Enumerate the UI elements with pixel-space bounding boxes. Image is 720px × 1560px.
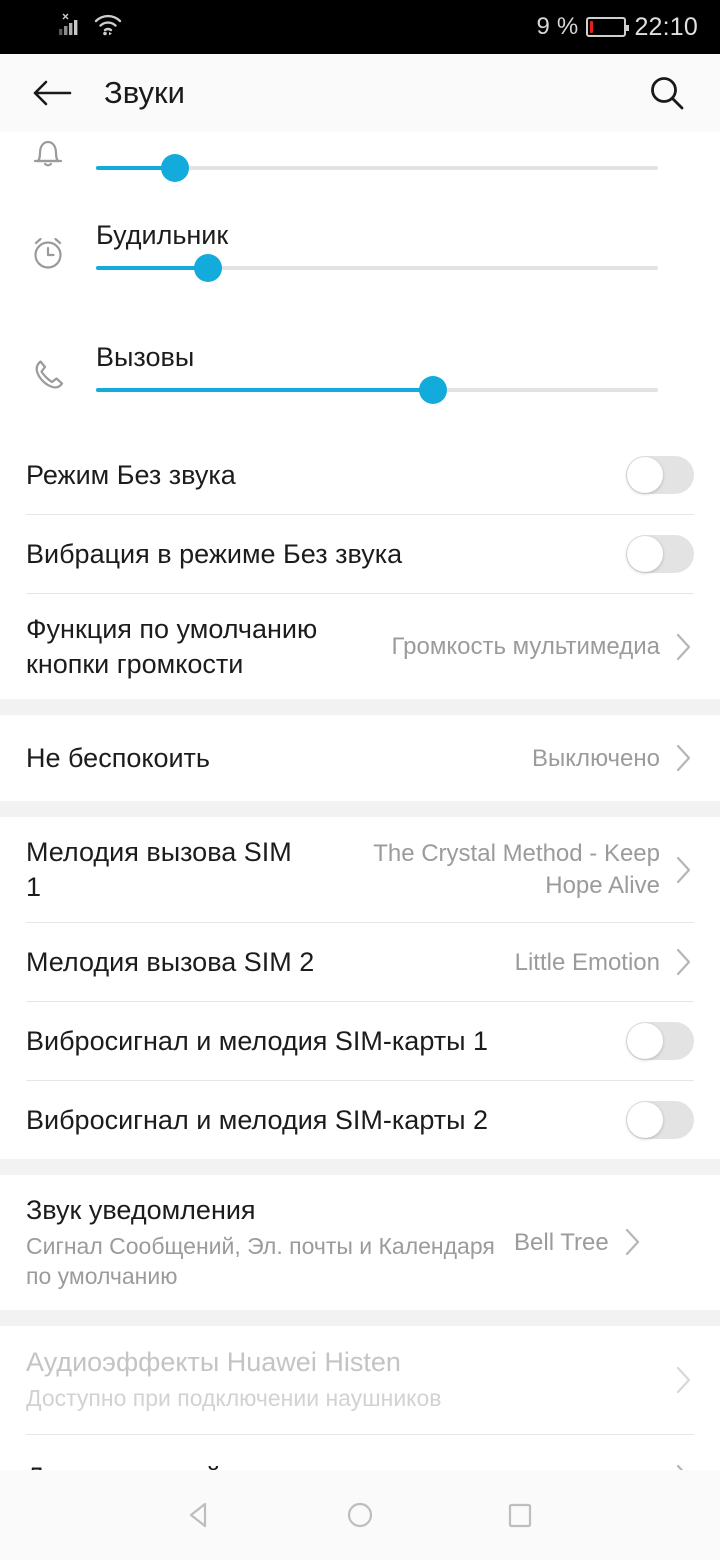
row-title: Мелодия вызова SIM 1 bbox=[26, 837, 292, 902]
row-ringtone-sim2[interactable]: Мелодия вызова SIM 2 Little Emotion bbox=[0, 923, 720, 1002]
row-title: Не беспокоить bbox=[26, 742, 210, 773]
section-gap bbox=[0, 1309, 720, 1326]
row-vibrate-ringtone-sim2[interactable]: Вибросигнал и мелодия SIM-карты 2 bbox=[0, 1081, 720, 1160]
row-notification-sound[interactable]: Звук уведомления Сигнал Сообщений, Эл. п… bbox=[0, 1175, 720, 1310]
app-bar: Звуки bbox=[0, 54, 720, 132]
row-value: The Crystal Method - Keep Hope Alive bbox=[373, 840, 660, 899]
row-text: Режим Без звука bbox=[26, 440, 608, 511]
status-bar-clock: 22:10 bbox=[634, 12, 698, 41]
slider-thumb[interactable] bbox=[160, 154, 189, 182]
row-vibrate-in-silent[interactable]: Вибрация в режиме Без звука bbox=[0, 515, 720, 593]
row-subtitle: Доступно при подключении наушников bbox=[26, 1384, 442, 1411]
row-ringtone-sim1[interactable]: Мелодия вызова SIM 1 The Crystal Method … bbox=[0, 817, 720, 923]
battery-percent-label: 9 % bbox=[536, 13, 579, 40]
volume-slider-row-ringtone[interactable] bbox=[0, 132, 720, 192]
status-bar-left-icons bbox=[58, 12, 122, 43]
row-title: Вибросигнал и мелодия SIM-карты 2 bbox=[26, 1104, 489, 1135]
page-title: Звуки bbox=[104, 75, 185, 110]
status-bar: 9 % 22:10 bbox=[0, 0, 720, 54]
chevron-right-icon bbox=[674, 632, 694, 662]
row-huawei-histen-audio-effects: Аудиоэффекты Huawei Histen Доступно при … bbox=[0, 1325, 720, 1434]
row-text: Аудиоэффекты Huawei Histen Доступно при … bbox=[26, 1327, 660, 1431]
row-value: Выключено bbox=[532, 744, 660, 772]
section-gap bbox=[0, 801, 720, 818]
chevron-right-icon bbox=[674, 947, 694, 977]
back-arrow-icon[interactable] bbox=[26, 67, 78, 119]
section-gap bbox=[0, 699, 720, 716]
row-subtitle: Сигнал Сообщений, Эл. почты и Календаря … bbox=[26, 1232, 495, 1289]
status-bar-right: 9 % 22:10 bbox=[536, 13, 698, 42]
row-text: Другие настройки звука bbox=[26, 1442, 660, 1470]
slider-thumb[interactable] bbox=[419, 376, 448, 404]
settings-list[interactable]: Будильник Вызовы Режим Без звука Вибраци… bbox=[0, 132, 720, 1470]
toggle-vibrate-ringtone-sim2[interactable] bbox=[626, 1101, 694, 1140]
wifi-icon bbox=[94, 12, 122, 43]
navigation-bar bbox=[0, 1470, 720, 1560]
row-text: Вибросигнал и мелодия SIM-карты 2 bbox=[26, 1085, 608, 1156]
toggle-vibrate-in-silent[interactable] bbox=[626, 535, 694, 573]
row-title: Аудиоэффекты Huawei Histen bbox=[26, 1347, 401, 1378]
row-title: Вибрация в режиме Без звука bbox=[26, 538, 403, 569]
volume-slider-body bbox=[96, 132, 720, 192]
nav-home-circle-icon[interactable] bbox=[322, 1477, 398, 1553]
row-value: Little Emotion bbox=[514, 948, 660, 976]
volume-slider-calls[interactable] bbox=[96, 376, 658, 404]
cellular-signal-no-service-icon bbox=[58, 12, 84, 43]
row-text: Звук уведомления Сигнал Сообщений, Эл. п… bbox=[26, 1175, 496, 1309]
search-icon[interactable] bbox=[640, 66, 694, 120]
row-other-sound-settings[interactable]: Другие настройки звука bbox=[0, 1434, 720, 1470]
row-volume-key-default-function[interactable]: Функция по умолчанию кнопки громкости Гр… bbox=[0, 594, 720, 700]
volume-slider-body: Вызовы bbox=[96, 314, 720, 436]
row-vibrate-ringtone-sim1[interactable]: Вибросигнал и мелодия SIM-карты 1 bbox=[0, 1002, 720, 1081]
row-title: Мелодия вызова SIM 2 bbox=[26, 946, 315, 977]
row-title: Звук уведомления bbox=[26, 1195, 256, 1226]
phone-screen: 9 % 22:10 Звуки Будильник Вызовы Режим Б… bbox=[0, 0, 720, 1560]
volume-slider-label-alarm: Будильник bbox=[96, 220, 229, 250]
slider-fill bbox=[96, 388, 434, 392]
row-text: Вибрация в режиме Без звука bbox=[26, 519, 608, 590]
volume-slider-row-alarm[interactable]: Будильник bbox=[0, 192, 720, 314]
chevron-right-icon bbox=[623, 1227, 643, 1257]
row-title: Другие настройки звука bbox=[26, 1460, 660, 1470]
chevron-right-icon bbox=[674, 1365, 694, 1395]
volume-slider-body: Будильник bbox=[96, 192, 720, 314]
volume-slider-label-calls: Вызовы bbox=[96, 342, 195, 372]
nav-back-triangle-icon[interactable] bbox=[162, 1477, 238, 1553]
row-text: Не беспокоить bbox=[26, 723, 514, 794]
row-value: Громкость мультимедиа bbox=[391, 632, 660, 660]
slider-thumb[interactable] bbox=[194, 254, 223, 282]
row-text: Функция по умолчанию кнопки громкости bbox=[26, 594, 374, 699]
bell-icon bbox=[0, 132, 96, 192]
nav-recents-square-icon[interactable] bbox=[482, 1477, 558, 1553]
volume-slider-ringtone[interactable] bbox=[96, 154, 658, 182]
row-do-not-disturb[interactable]: Не беспокоить Выключено bbox=[0, 715, 720, 802]
volume-slider-row-calls[interactable]: Вызовы bbox=[0, 314, 720, 436]
row-text: Мелодия вызова SIM 1 bbox=[26, 817, 312, 922]
alarm-clock-icon bbox=[0, 192, 96, 314]
volume-slider-alarm[interactable] bbox=[96, 254, 658, 282]
chevron-right-icon bbox=[674, 743, 694, 773]
row-text: Вибросигнал и мелодия SIM-карты 1 bbox=[26, 1006, 608, 1077]
row-title: Вибросигнал и мелодия SIM-карты 1 bbox=[26, 1025, 489, 1056]
row-title: Функция по умолчанию кнопки громкости bbox=[26, 614, 318, 679]
toggle-vibrate-ringtone-sim1[interactable] bbox=[626, 1022, 694, 1061]
row-title: Режим Без звука bbox=[26, 459, 236, 490]
phone-handset-icon bbox=[0, 314, 96, 436]
slider-fill bbox=[96, 266, 209, 270]
section-gap bbox=[0, 1159, 720, 1176]
chevron-right-icon bbox=[674, 1463, 694, 1470]
toggle-silent-mode[interactable] bbox=[626, 456, 694, 494]
row-silent-mode[interactable]: Режим Без звука bbox=[0, 436, 720, 514]
chevron-right-icon bbox=[674, 855, 694, 885]
row-value: Bell Tree bbox=[514, 1228, 609, 1256]
row-text: Мелодия вызова SIM 2 bbox=[26, 927, 497, 998]
battery-icon bbox=[586, 17, 630, 37]
